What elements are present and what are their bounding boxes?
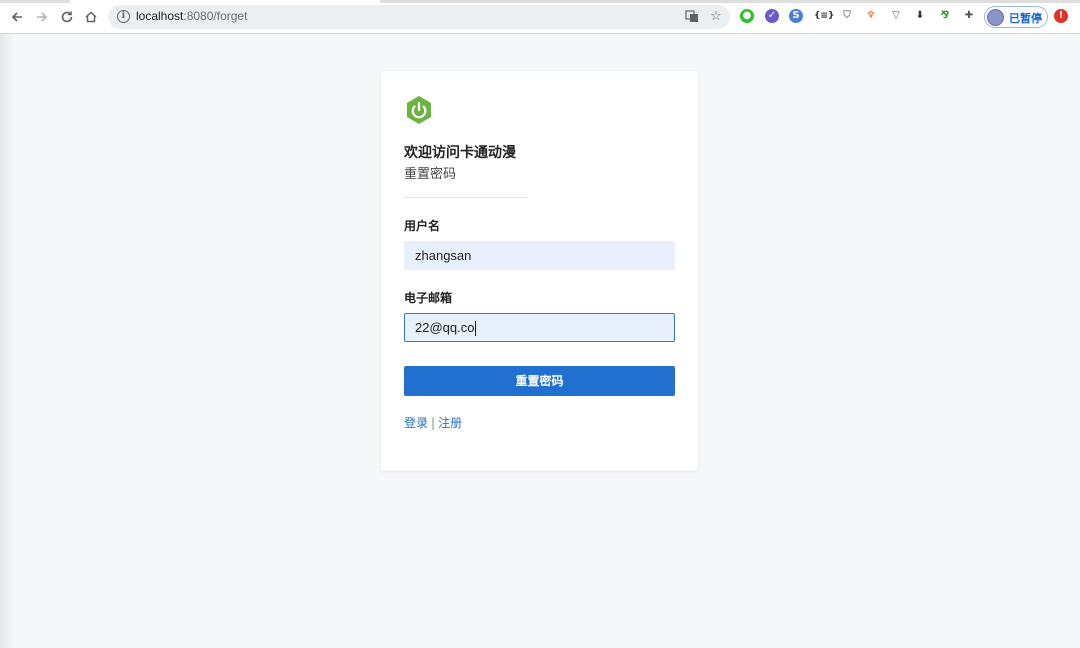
welcome-title: 欢迎访问卡通动漫 <box>404 145 516 161</box>
email-value: 22@qq.co <box>415 320 475 335</box>
active-tab[interactable] <box>70 0 380 3</box>
extension-share-icon[interactable]: ♆ <box>864 9 878 23</box>
email-input[interactable]: 22@qq.co <box>404 313 675 342</box>
page-subtitle: 重置密码 <box>404 167 457 182</box>
back-icon[interactable] <box>7 7 27 27</box>
url-text: localhost:8080/forget <box>136 9 248 23</box>
divider <box>404 197 528 198</box>
address-bar[interactable]: i localhost:8080/forget ☆ <box>108 5 730 29</box>
reset-password-button[interactable]: 重置密码 <box>404 366 675 396</box>
profile-paused-chip[interactable]: 已暂停 <box>984 6 1048 28</box>
extension-json-icon[interactable]: {≡} <box>814 9 834 23</box>
bookmark-star-icon[interactable]: ☆ <box>708 9 724 25</box>
reload-icon[interactable] <box>57 7 77 27</box>
extension-shield-icon[interactable]: ⛉ <box>840 9 854 23</box>
spring-power-logo-icon <box>407 96 431 124</box>
download-icon[interactable]: ⬇ <box>913 9 927 23</box>
tab-strip <box>0 0 1080 3</box>
extension-check-icon[interactable]: ✓ <box>765 9 779 23</box>
forward-icon[interactable] <box>32 7 52 27</box>
extensions-puzzle-icon[interactable]: ✚ <box>962 9 976 23</box>
username-value: zhangsan <box>415 248 472 263</box>
home-icon[interactable] <box>81 7 101 27</box>
extension-vue-icon[interactable]: ▽ <box>889 9 903 23</box>
translate-icon[interactable] <box>684 9 700 25</box>
window-edge-shadow <box>0 34 14 648</box>
reset-password-card: 欢迎访问卡通动漫 重置密码 用户名 zhangsan 电子邮箱 22@qq.co… <box>381 71 698 471</box>
extension-leaf-icon[interactable]: ⅋ <box>938 9 952 23</box>
link-separator: | <box>431 416 436 430</box>
extension-translate-icon[interactable]: S <box>789 9 803 23</box>
site-info-icon[interactable]: i <box>117 10 130 23</box>
username-label: 用户名 <box>404 219 441 233</box>
profile-avatar <box>987 9 1004 26</box>
browser-toolbar: i localhost:8080/forget ☆ ● ✓ S {≡} ⛉ ♆ … <box>0 0 1080 34</box>
login-link[interactable]: 登录 <box>404 416 428 430</box>
email-label: 电子邮箱 <box>404 291 453 305</box>
auth-links: 登录 | 注册 <box>404 414 462 431</box>
username-input[interactable]: zhangsan <box>404 241 675 270</box>
text-caret <box>475 321 477 337</box>
register-link[interactable]: 注册 <box>438 416 462 430</box>
update-alert-icon[interactable]: ! <box>1054 9 1068 23</box>
extension-green-icon[interactable]: ● <box>740 9 754 23</box>
profile-paused-label: 已暂停 <box>1009 12 1042 25</box>
